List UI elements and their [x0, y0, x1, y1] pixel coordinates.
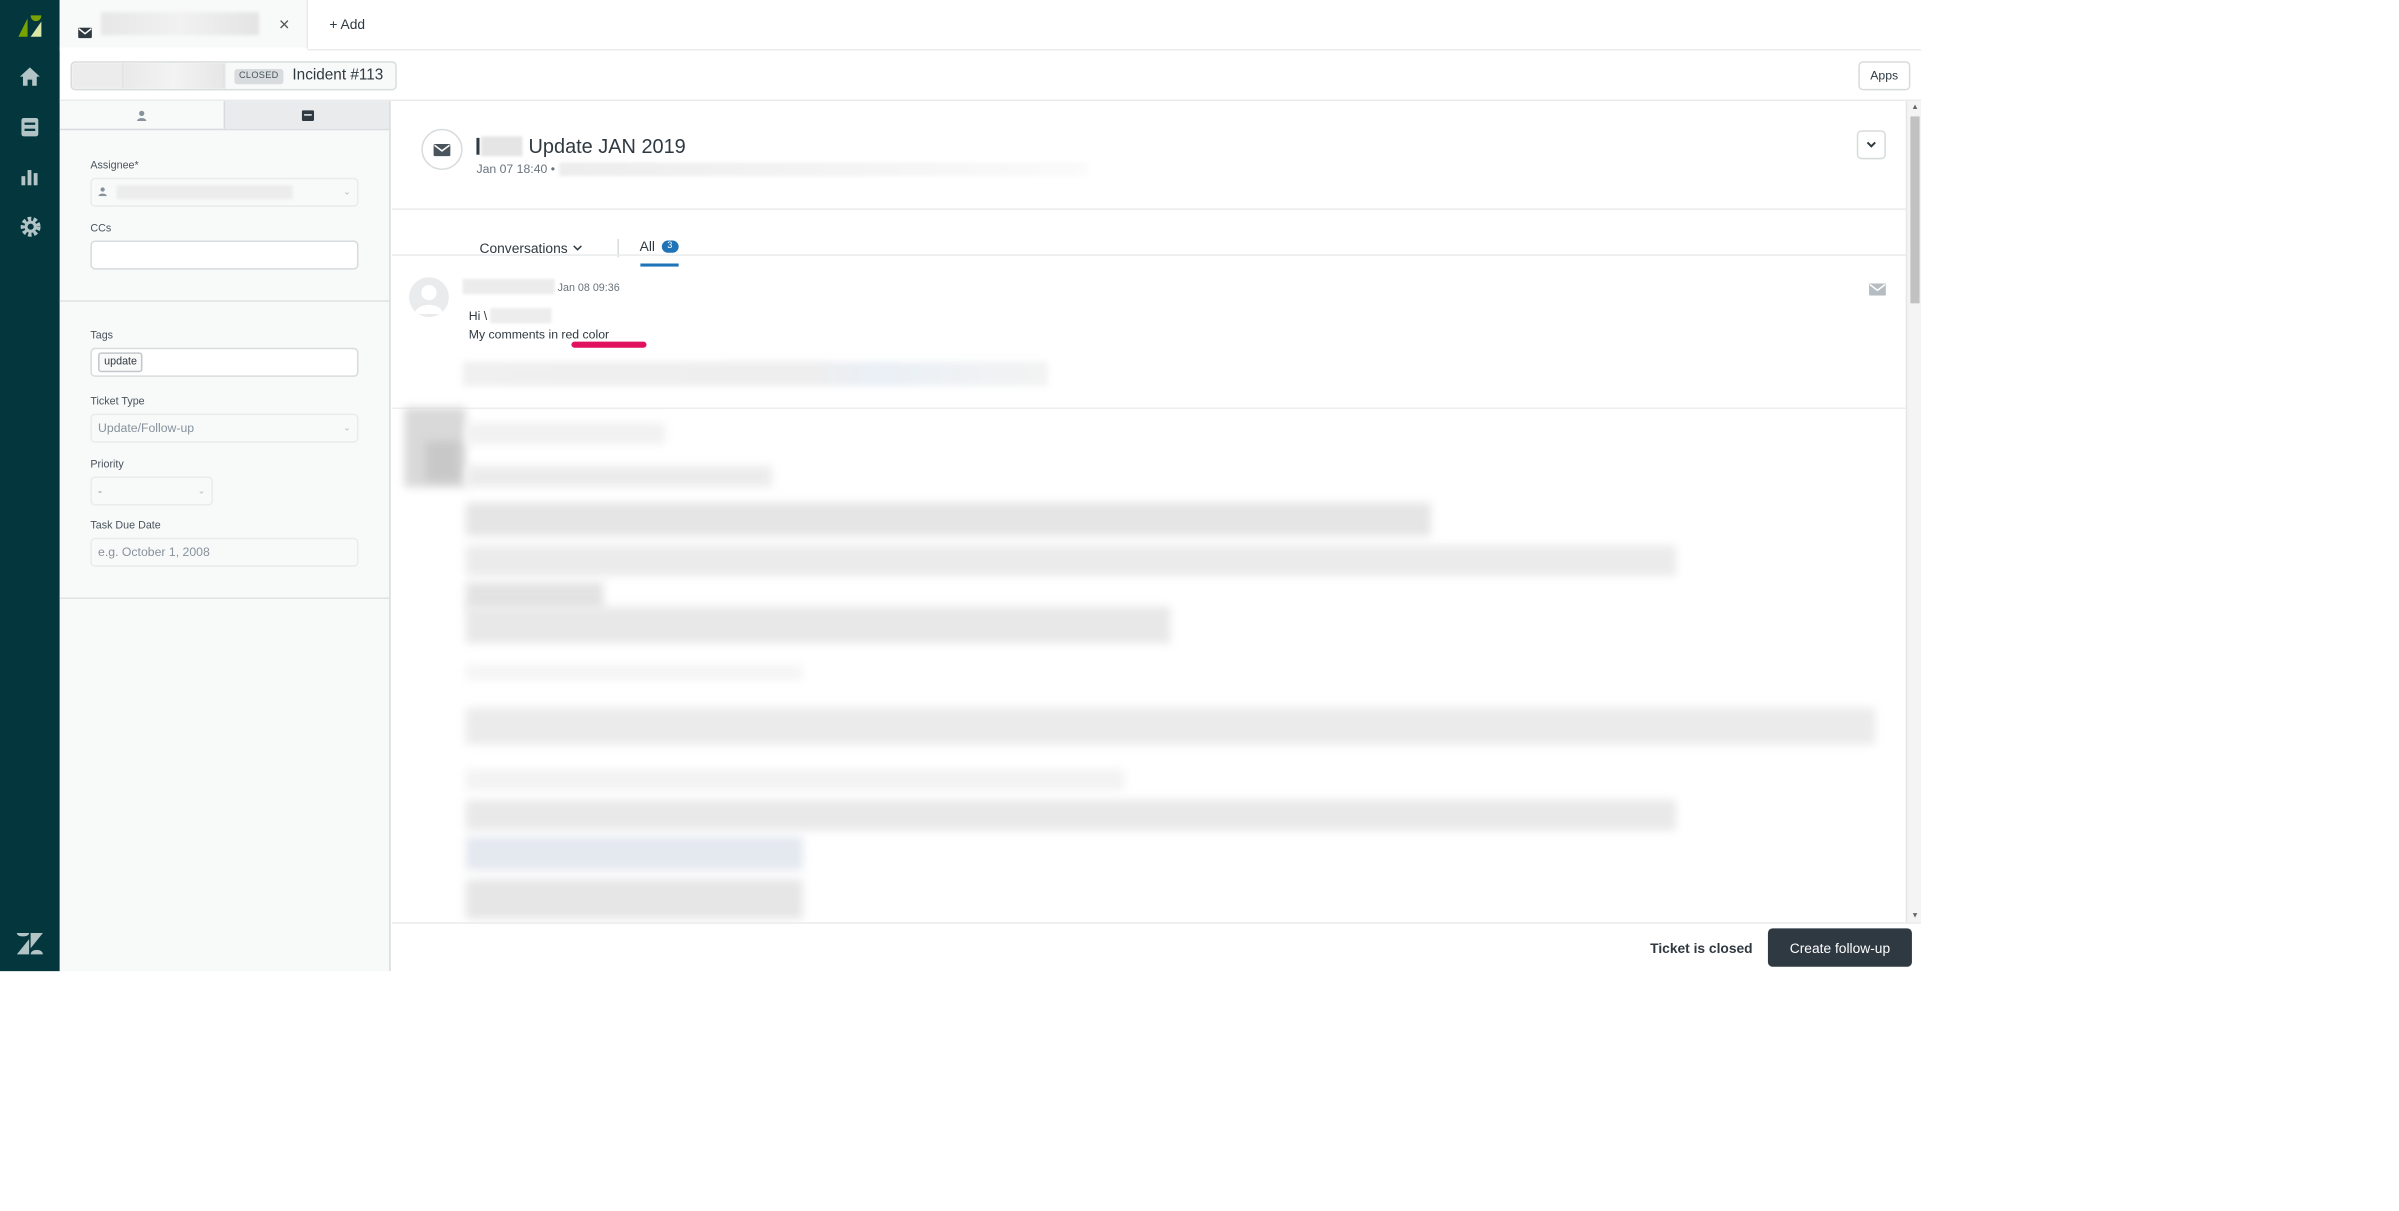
channel-email-icon — [421, 128, 463, 171]
breadcrumb-bar: CLOSED Incident #113 Apps — [59, 50, 1922, 102]
ticket-type-field: Ticket Type Update/Follow-up ⌄ — [90, 396, 359, 443]
person-icon — [98, 185, 107, 199]
ticket-type-value: Update/Follow-up — [98, 421, 195, 436]
chevron-down-icon — [1866, 141, 1876, 148]
scroll-up-arrow-icon[interactable]: ▲ — [1909, 103, 1921, 112]
mail-icon — [78, 18, 92, 46]
divider — [59, 597, 390, 600]
ticket-type-label: Ticket Type — [90, 396, 145, 408]
priority-select[interactable]: - ⌄ — [90, 476, 213, 506]
status-badge: CLOSED — [234, 68, 284, 84]
chevron-down-icon — [572, 245, 582, 251]
ccs-input[interactable] — [90, 240, 359, 270]
conversation-scrollbar[interactable]: ▲ ▼ — [1905, 101, 1922, 923]
tab-all[interactable]: All 3 — [639, 238, 679, 267]
tab-title-redacted — [101, 12, 259, 36]
ticket-properties-panel: Assignee* ⌄ CCs Tags update Ticket Type — [59, 101, 391, 972]
ccs-label: CCs — [90, 223, 112, 235]
avatar[interactable] — [409, 277, 449, 318]
assignee-field: Assignee* ⌄ — [90, 160, 359, 207]
tags-input[interactable]: update — [90, 347, 359, 377]
tags-label: Tags — [90, 330, 114, 342]
due-date-input[interactable]: e.g. October 1, 2008 — [90, 537, 359, 567]
app-root: × + Add CLOSED Incident #113 Apps Assign… — [0, 0, 1922, 972]
due-date-placeholder: e.g. October 1, 2008 — [98, 545, 210, 560]
chevron-down-icon: ⌄ — [343, 188, 351, 198]
main-nav — [0, 0, 60, 972]
due-date-field: Task Due Date e.g. October 1, 2008 — [90, 520, 359, 567]
greeting-text: Hi \ — [468, 308, 488, 323]
subject-initial — [476, 137, 480, 155]
create-follow-up-button[interactable]: Create follow-up — [1767, 928, 1912, 967]
views-icon[interactable] — [17, 113, 43, 139]
properties-tabs — [59, 101, 390, 131]
priority-label: Priority — [90, 459, 124, 471]
admin-gear-icon[interactable] — [17, 213, 43, 239]
breadcrumb-requester-redacted[interactable] — [124, 62, 226, 89]
subject-text: Update JAN 2019 — [528, 134, 686, 158]
chevron-down-icon: ⌄ — [343, 424, 351, 434]
conversation-pane: Update JAN 2019 Jan 07 18:40 • Conversat… — [392, 101, 1922, 923]
zendesk-support-logo-icon[interactable] — [15, 12, 44, 40]
reporting-icon[interactable] — [17, 162, 43, 188]
apps-button[interactable]: Apps — [1857, 61, 1911, 91]
close-tab-icon[interactable]: × — [279, 14, 290, 35]
zendesk-logo-icon[interactable] — [15, 931, 44, 956]
user-icon — [136, 101, 147, 129]
ccs-field: CCs — [90, 223, 359, 270]
comment-redacted-line — [462, 361, 1048, 387]
mail-icon[interactable] — [1869, 276, 1886, 304]
scroll-thumb[interactable] — [1910, 116, 1920, 304]
due-date-label: Task Due Date — [90, 520, 161, 532]
divider — [392, 254, 1906, 256]
assignee-value-redacted — [116, 185, 293, 200]
ticket-meta: Jan 07 18:40 • — [476, 162, 1089, 177]
divider — [392, 407, 1906, 410]
red-underline-annotation — [571, 341, 647, 348]
top-bar: × + Add — [59, 0, 1922, 51]
priority-field: Priority - ⌄ — [90, 460, 213, 506]
divider — [59, 300, 390, 302]
add-tab-button[interactable]: + Add — [329, 17, 365, 32]
ticket-footer: Ticket is closed Create follow-up — [392, 922, 1922, 972]
home-icon[interactable] — [17, 63, 43, 89]
conversation-filters: Conversations All 3 — [480, 230, 679, 267]
tag-pill[interactable]: update — [98, 352, 144, 373]
tab-ticket[interactable] — [223, 101, 390, 129]
comment-author-redacted[interactable] — [462, 278, 555, 295]
priority-value: - — [98, 484, 103, 498]
all-count-badge: 3 — [661, 240, 679, 253]
breadcrumb-org-redacted[interactable] — [72, 62, 125, 89]
recipient-redacted — [490, 307, 552, 324]
tags-field: Tags update — [90, 330, 359, 377]
scroll-down-arrow-icon[interactable]: ▼ — [1909, 912, 1921, 921]
breadcrumb: CLOSED Incident #113 — [70, 61, 398, 91]
assignee-label: Assignee* — [90, 160, 139, 172]
comment-timestamp: Jan 08 09:36 — [557, 283, 620, 295]
ticket-icon — [301, 101, 314, 129]
ticket-options-button[interactable] — [1856, 130, 1886, 160]
divider — [392, 208, 1906, 210]
all-label: All — [639, 238, 656, 255]
comment-greeting: Hi \ — [468, 307, 552, 324]
tab-user[interactable] — [60, 101, 224, 129]
assignee-select[interactable]: ⌄ — [90, 177, 359, 207]
subject-redacted — [481, 136, 523, 157]
meta-redacted — [559, 162, 1089, 177]
ticket-closed-status: Ticket is closed — [1650, 940, 1753, 956]
comment-body: My comments in red color — [468, 327, 610, 342]
ticket-subject[interactable]: Update JAN 2019 — [476, 134, 686, 158]
breadcrumb-ticket[interactable]: CLOSED Incident #113 — [225, 62, 396, 89]
ticket-tab[interactable]: × — [59, 0, 308, 51]
ticket-type-select[interactable]: Update/Follow-up ⌄ — [90, 413, 359, 443]
ticket-label: Incident #113 — [292, 67, 384, 85]
created-timestamp: Jan 07 18:40 • — [476, 162, 556, 177]
chevron-down-icon: ⌄ — [197, 487, 206, 497]
